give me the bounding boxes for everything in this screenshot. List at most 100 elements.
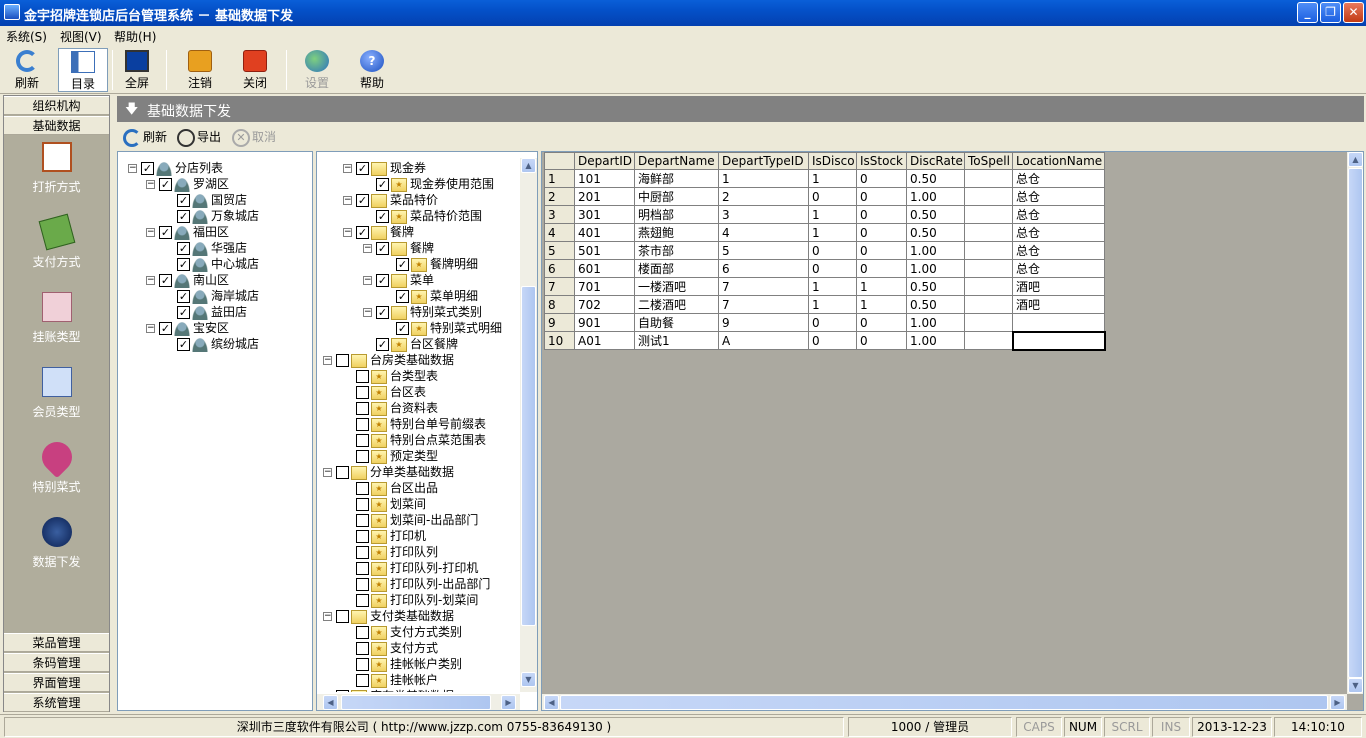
refresh-action[interactable]: 刷新 [123, 128, 167, 147]
data-tree-node[interactable]: 台区表 [343, 384, 426, 400]
checkbox[interactable] [356, 402, 369, 415]
scroll-right-icon[interactable]: ▶ [501, 695, 516, 710]
checkbox[interactable]: ✓ [376, 338, 389, 351]
checkbox[interactable]: ✓ [177, 306, 190, 319]
row-header[interactable]: 10 [544, 331, 575, 350]
table-row[interactable]: 3 301 明档部 3 1 0 0.50 总仓 [544, 205, 1105, 224]
table-cell[interactable]: 0.50 [906, 205, 965, 224]
store-tree-node[interactable]: ✓ 海岸城店 [164, 288, 259, 304]
collapse-icon[interactable]: − [128, 164, 137, 173]
store-tree-node[interactable]: − ✓ 分店列表 [128, 160, 223, 176]
refresh-button[interactable]: 刷新 [4, 48, 50, 92]
checkbox[interactable] [356, 578, 369, 591]
scroll-thumb[interactable] [1348, 168, 1363, 678]
table-cell[interactable] [1011, 330, 1106, 351]
table-cell[interactable]: 二楼酒吧 [634, 295, 719, 314]
table-cell[interactable]: 酒吧 [1012, 277, 1105, 296]
table-cell[interactable] [964, 223, 1013, 242]
store-tree-node[interactable]: ✓ 益田店 [164, 304, 247, 320]
close-window-button[interactable]: ✕ [1343, 2, 1364, 23]
checkbox[interactable] [336, 354, 349, 367]
checkbox[interactable] [356, 498, 369, 511]
row-header[interactable]: 2 [544, 187, 575, 206]
checkbox[interactable]: ✓ [177, 210, 190, 223]
data-tree-vscroll[interactable]: ▲ ▼ [520, 158, 537, 692]
scroll-thumb[interactable] [341, 695, 491, 710]
scroll-left-icon[interactable]: ◀ [323, 695, 338, 710]
collapse-icon[interactable]: − [363, 276, 372, 285]
table-cell[interactable] [964, 169, 1013, 188]
store-tree-node[interactable]: ✓ 华强店 [164, 240, 247, 256]
nav-item-member-type[interactable]: 会员类型 [4, 363, 109, 433]
table-cell[interactable]: 0 [856, 205, 907, 224]
checkbox[interactable]: ✓ [396, 258, 409, 271]
nav-header-basic-data[interactable]: 基础数据 [4, 116, 109, 135]
table-cell[interactable]: 0.50 [906, 169, 965, 188]
data-tree-node[interactable]: 挂帐帐户类别 [343, 656, 462, 672]
table-cell[interactable]: 测试1 [634, 331, 719, 350]
table-cell[interactable] [964, 205, 1013, 224]
table-cell[interactable]: 2 [718, 187, 809, 206]
export-action[interactable]: 导出 [177, 128, 221, 147]
catalog-button[interactable]: 目录 [58, 48, 108, 92]
data-tree-node[interactable]: − ✓ 餐牌 [343, 224, 414, 240]
nav-item-charge-type[interactable]: 挂账类型 [4, 288, 109, 358]
checkbox[interactable]: ✓ [177, 290, 190, 303]
checkbox[interactable]: ✓ [356, 194, 369, 207]
table-cell[interactable]: 0 [856, 169, 907, 188]
store-tree-node[interactable]: ✓ 国贸店 [164, 192, 247, 208]
table-cell[interactable]: 总仓 [1012, 241, 1105, 260]
store-tree-node[interactable]: − ✓ 福田区 [146, 224, 229, 240]
table-cell[interactable]: 总仓 [1012, 205, 1105, 224]
checkbox[interactable] [356, 562, 369, 575]
table-cell[interactable]: 0 [808, 331, 857, 350]
nav-item-special-dish[interactable]: 特别菜式 [4, 435, 109, 508]
collapse-icon[interactable]: − [343, 164, 352, 173]
table-cell[interactable]: 0 [808, 313, 857, 332]
nav-item-data-send[interactable]: 数据下发 [4, 513, 109, 583]
table-cell[interactable]: 501 [574, 241, 635, 260]
table-cell[interactable] [964, 313, 1013, 332]
table-cell[interactable]: 0 [808, 259, 857, 278]
table-row[interactable]: 5 501 茶市部 5 0 0 1.00 总仓 [544, 241, 1105, 260]
table-row[interactable]: 1 101 海鲜部 1 1 0 0.50 总仓 [544, 169, 1105, 188]
table-cell[interactable]: 1 [808, 295, 857, 314]
table-cell[interactable]: 1.00 [906, 187, 965, 206]
grid-hscroll[interactable]: ◀ ▶ [542, 694, 1347, 710]
checkbox[interactable]: ✓ [177, 258, 190, 271]
collapse-icon[interactable]: − [323, 612, 332, 621]
checkbox[interactable] [356, 434, 369, 447]
table-cell[interactable]: 901 [574, 313, 635, 332]
column-header[interactable]: IsStock [856, 152, 907, 170]
menu-help[interactable]: 帮助(H) [114, 28, 156, 45]
table-cell[interactable]: 701 [574, 277, 635, 296]
table-cell[interactable]: 0.50 [906, 277, 965, 296]
collapse-icon[interactable]: − [146, 180, 155, 189]
table-row[interactable]: 10 A01 测试1 A 0 0 1.00 [544, 330, 1106, 351]
checkbox[interactable]: ✓ [159, 274, 172, 287]
checkbox[interactable] [356, 626, 369, 639]
table-cell[interactable]: 0 [856, 241, 907, 260]
checkbox[interactable] [336, 690, 349, 692]
data-tree-node[interactable]: 台类型表 [343, 368, 438, 384]
table-cell[interactable]: 总仓 [1012, 223, 1105, 242]
data-tree-node[interactable]: ✓ 菜品特价范围 [363, 208, 482, 224]
scroll-thumb[interactable] [560, 695, 1328, 710]
table-cell[interactable] [964, 295, 1013, 314]
table-cell[interactable]: 201 [574, 187, 635, 206]
collapse-icon[interactable]: − [146, 276, 155, 285]
collapse-icon[interactable]: − [363, 308, 372, 317]
data-tree-node[interactable]: ✓ 特别菜式明细 [383, 320, 502, 336]
nav-item-discount[interactable]: 打折方式 [4, 138, 109, 208]
row-header[interactable]: 3 [544, 205, 575, 224]
checkbox[interactable] [356, 530, 369, 543]
table-row[interactable]: 7 701 一楼酒吧 7 1 1 0.50 酒吧 [544, 277, 1105, 296]
checkbox[interactable]: ✓ [177, 242, 190, 255]
store-tree-node[interactable]: − ✓ 罗湖区 [146, 176, 229, 192]
logout-button[interactable]: 注销 [177, 48, 223, 92]
table-cell[interactable]: 0 [856, 187, 907, 206]
checkbox[interactable]: ✓ [141, 162, 154, 175]
grid-vscroll[interactable]: ▲ ▼ [1347, 152, 1363, 694]
checkbox[interactable] [356, 658, 369, 671]
column-header[interactable]: DepartTypeID [718, 152, 809, 170]
